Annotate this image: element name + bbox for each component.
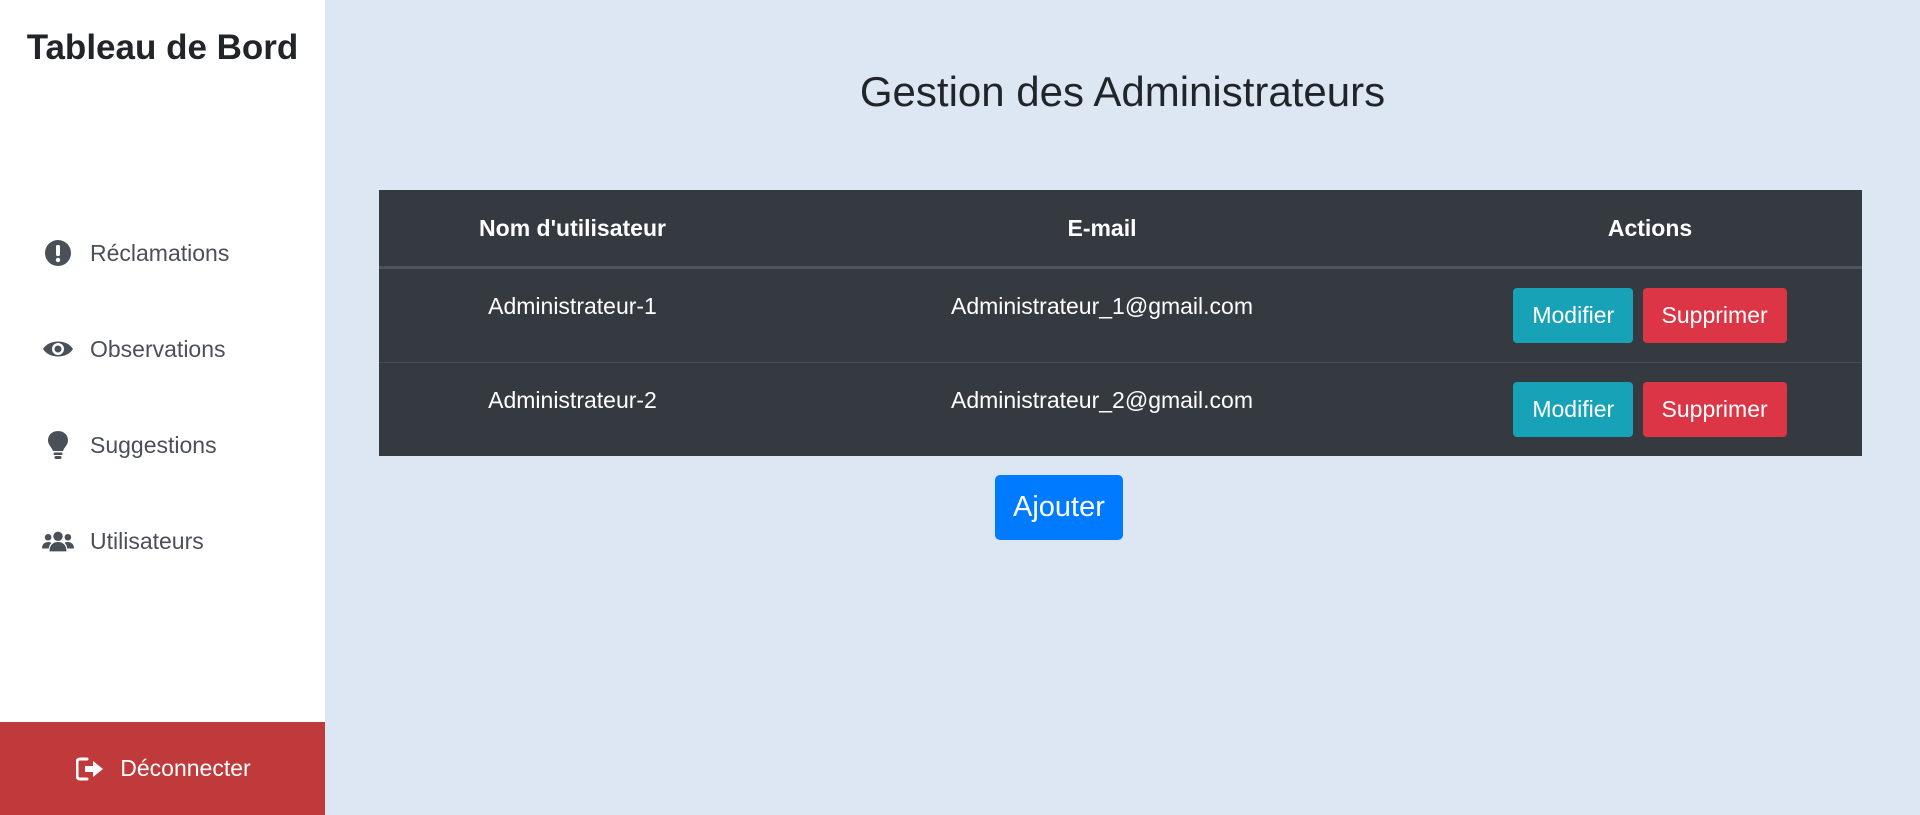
users-icon	[42, 525, 74, 557]
admin-table: Nom d'utilisateur E-mail Actions Adminis…	[379, 190, 1862, 456]
sign-out-icon	[74, 753, 106, 785]
sidebar-item-suggestions[interactable]: Suggestions	[0, 397, 325, 493]
username-text: Administrateur-1	[488, 293, 657, 319]
cell-username: Administrateur-1	[379, 268, 766, 363]
table-row: Administrateur-1 Administrateur_1@gmail.…	[379, 268, 1862, 363]
cell-email: Administrateur_1@gmail.com	[766, 268, 1438, 363]
logout-label: Déconnecter	[120, 755, 251, 781]
cell-email: Administrateur_2@gmail.com	[766, 362, 1438, 456]
column-header-email: E-mail	[766, 190, 1438, 269]
username-text: Administrateur-2	[488, 387, 657, 413]
sidebar: Tableau de Bord Réclamations Observation…	[0, 0, 325, 815]
email-text: Administrateur_1@gmail.com	[950, 293, 1253, 319]
sidebar-item-observations[interactable]: Observations	[0, 301, 325, 397]
cell-actions: Modifier Supprimer	[1438, 268, 1862, 363]
exclamation-circle-icon	[42, 237, 74, 269]
email-text: Administrateur_2@gmail.com	[950, 387, 1253, 413]
sidebar-nav: Réclamations Observations Suggestions Ut…	[0, 205, 325, 589]
edit-button[interactable]: Modifier	[1513, 382, 1634, 437]
cell-username: Administrateur-2	[379, 362, 766, 456]
delete-button[interactable]: Supprimer	[1642, 382, 1787, 437]
edit-button[interactable]: Modifier	[1513, 288, 1634, 343]
column-header-username: Nom d'utilisateur	[379, 190, 766, 269]
logout-button[interactable]: Déconnecter	[0, 722, 325, 815]
sidebar-item-reclamations[interactable]: Réclamations	[0, 205, 325, 301]
main-content: Gestion des Administrateurs Nom d'utilis…	[325, 0, 1920, 815]
sidebar-item-utilisateurs[interactable]: Utilisateurs	[0, 493, 325, 589]
delete-button[interactable]: Supprimer	[1642, 288, 1787, 343]
table-header-row: Nom d'utilisateur E-mail Actions	[379, 190, 1862, 269]
lightbulb-icon	[42, 429, 74, 461]
eye-icon	[42, 333, 74, 365]
page-title: Gestion des Administrateurs	[859, 68, 1386, 115]
sidebar-item-label: Utilisateurs	[90, 527, 204, 554]
add-admin-button[interactable]: Ajouter	[995, 475, 1123, 540]
table-row: Administrateur-2 Administrateur_2@gmail.…	[379, 362, 1862, 456]
sidebar-item-label: Réclamations	[90, 239, 230, 266]
cell-actions: Modifier Supprimer	[1438, 362, 1862, 456]
app-root: Tableau de Bord Réclamations Observation…	[0, 0, 1920, 815]
column-header-actions: Actions	[1438, 190, 1862, 269]
brand-title: Tableau de Bord	[26, 28, 299, 67]
sidebar-item-label: Observations	[90, 335, 226, 362]
admin-table-container: Nom d'utilisateur E-mail Actions Adminis…	[379, 190, 1862, 456]
sidebar-item-label: Suggestions	[90, 431, 217, 458]
